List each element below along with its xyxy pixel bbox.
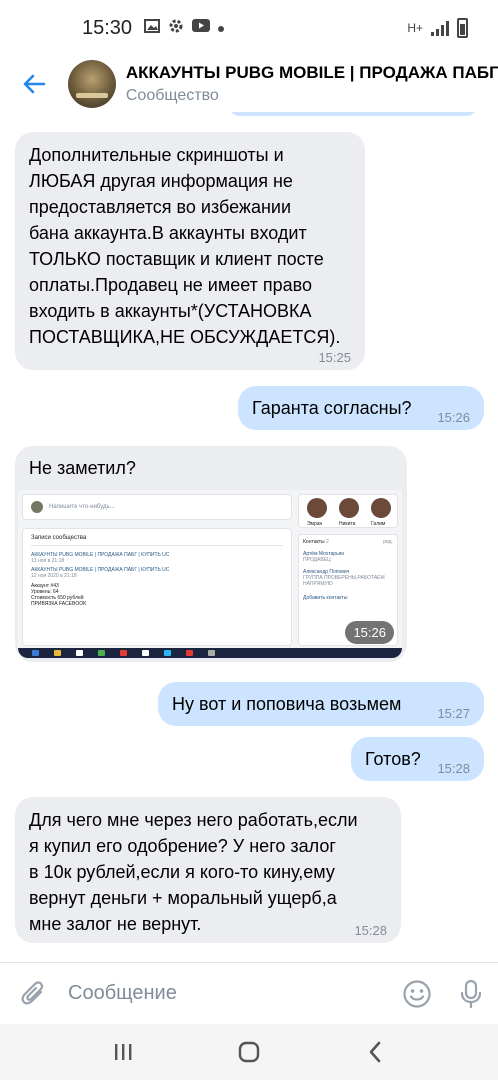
message-time: 15:25 — [318, 350, 351, 365]
home-button[interactable] — [229, 1032, 269, 1072]
shot-post-box: Напишите что-нибудь... — [22, 494, 292, 520]
shot-line: ПРИВЯЗКА FACEBOOK — [31, 601, 87, 607]
status-right: H+ — [407, 18, 468, 38]
message-bubble[interactable]: Дополнительные скриншоты и ЛЮБАЯ другая … — [15, 132, 365, 370]
message-time: 15:26 — [437, 410, 470, 425]
shot-friend-name: Никита — [339, 521, 356, 527]
message-time: 15:28 — [354, 923, 387, 938]
shot-taskbar — [18, 648, 402, 658]
message-bubble[interactable]: Готов? 15:28 — [351, 737, 484, 781]
screenshot-image: Напишите что-нибудь... Записи сообщества… — [18, 490, 402, 658]
message-text: Не заметил? — [29, 458, 136, 478]
gear-icon — [168, 18, 184, 39]
status-bar: 15:30 H+ — [0, 0, 498, 56]
shot-friend-name: Галим — [371, 521, 386, 527]
microphone-icon — [460, 979, 482, 1008]
system-nav-bar — [0, 1024, 498, 1080]
message-text: Ну вот и поповича возьмем — [172, 694, 402, 714]
shot-friends: Эмран Никита Галим — [298, 494, 398, 528]
dot-icon — [218, 19, 225, 37]
youtube-icon — [192, 19, 211, 37]
shot-avatar — [31, 501, 43, 513]
paperclip-icon — [21, 980, 44, 1004]
attach-button[interactable] — [0, 980, 68, 1008]
shot-contacts-count: 2 — [326, 539, 329, 545]
shot-add-contacts: Добавить контакты — [303, 595, 348, 601]
message-bubble[interactable]: Для чего мне через него работать,если я … — [15, 797, 401, 943]
chat-title: АККАУНТЫ PUBG MOBILE | ПРОДАЖА ПАБГ — [125, 63, 498, 82]
shot-friend-name: Эмран — [307, 521, 323, 527]
system-back-button[interactable] — [355, 1032, 395, 1072]
message-bubble-partial[interactable] — [228, 112, 478, 116]
shot-contacts-edit: ред. — [383, 539, 393, 545]
chat-header: АККАУНТЫ PUBG MOBILE | ПРОДАЖА ПАБГ Сооб… — [0, 56, 498, 112]
arrow-left-icon — [23, 74, 46, 94]
status-time: 15:30 — [82, 16, 133, 39]
network-type: H+ — [407, 21, 423, 35]
chat-subtitle: Сообщество — [125, 87, 219, 104]
screenshot-attachment[interactable]: Напишите что-нибудь... Записи сообщества… — [18, 490, 402, 658]
image-icon — [144, 18, 161, 38]
message-input[interactable]: Сообщение — [68, 982, 390, 1005]
signal-icon — [431, 20, 449, 36]
message-bubble[interactable]: Гаранта согласны? 15:26 — [238, 386, 484, 430]
message-composer: Сообщение — [0, 962, 498, 1024]
smiley-icon — [403, 979, 431, 1008]
header-text[interactable]: АККАУНТЫ PUBG MOBILE | ПРОДАЖА ПАБГ Сооб… — [126, 63, 498, 105]
shot-friend-avatar — [371, 498, 391, 518]
shot-contact-role: ГРУППА ПРОВЕРЕНЫ,РАБОТАЕМ НАПРЯМУЮ — [303, 575, 385, 587]
shot-wall-title: Записи сообщества — [31, 535, 283, 546]
back-button[interactable] — [0, 56, 68, 112]
message-time: 15:28 — [437, 761, 470, 776]
recents-icon — [115, 1044, 132, 1060]
recent-apps-button[interactable] — [103, 1032, 143, 1072]
battery-icon — [457, 18, 468, 38]
shot-repost-date: 12 ноя 2020 в 21:18 — [31, 573, 77, 579]
community-avatar[interactable] — [67, 60, 116, 108]
chevron-left-icon — [369, 1041, 381, 1063]
message-time: 15:27 — [437, 706, 470, 721]
shot-friend-avatar — [339, 498, 359, 518]
shot-wall: Записи сообщества АККАУНТЫ PUBG MOBILE |… — [22, 528, 292, 646]
message-time: 15:26 — [345, 621, 394, 644]
emoji-button[interactable] — [390, 979, 444, 1009]
home-icon — [238, 1041, 260, 1063]
shot-friend-avatar — [307, 498, 327, 518]
shot-post-placeholder: Напишите что-нибудь... — [49, 504, 115, 510]
message-text: Для чего мне через него работать,если я … — [29, 810, 358, 934]
message-bubble[interactable]: Ну вот и поповича возьмем 15:27 — [158, 682, 484, 726]
voice-message-button[interactable] — [444, 979, 498, 1009]
shot-contact-role: ПРОДАВЕЦ — [303, 557, 331, 563]
message-list[interactable]: Дополнительные скриншоты и ЛЮБАЯ другая … — [0, 112, 498, 962]
message-text: Дополнительные скриншоты и ЛЮБАЯ другая … — [29, 145, 341, 347]
shot-contacts-label: Контакты — [303, 539, 325, 545]
shot-post-date: 13 ноя в 21:18 — [31, 558, 65, 564]
